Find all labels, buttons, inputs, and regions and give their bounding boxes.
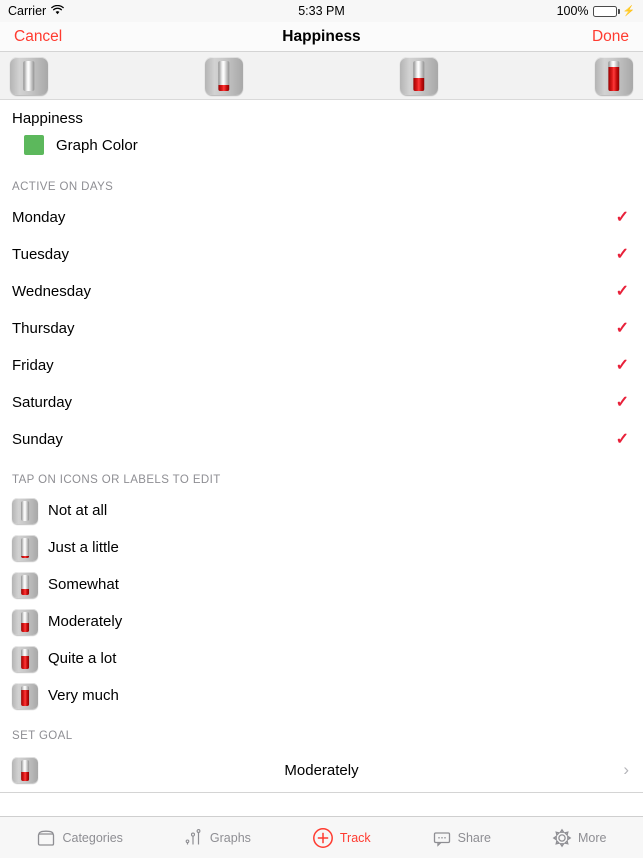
graph-color-swatch[interactable] [24,135,44,155]
level-row[interactable]: Very much [0,677,643,714]
box-icon [36,829,56,847]
checkmark-icon[interactable]: ✓ [616,357,629,374]
checkmark-icon[interactable]: ✓ [616,320,629,337]
tab-categories[interactable]: Categories [36,829,123,847]
checkmark-icon[interactable]: ✓ [616,431,629,448]
tab-label: More [577,830,607,845]
thermometer-icon-empty[interactable] [10,56,48,95]
tab-track[interactable]: Track [312,827,371,849]
day-label: Sunday [12,431,63,448]
checkmark-icon[interactable]: ✓ [616,246,629,263]
set-goal-row[interactable]: Moderately › [0,748,643,793]
level-row[interactable]: Not at all [0,492,643,529]
graph-color-row[interactable]: Graph Color [0,129,643,165]
thermometer-icon-high[interactable] [595,56,633,95]
level-thermometer-icon[interactable] [12,534,38,561]
goal-thermometer-icon[interactable] [12,757,38,783]
level-thermometer-icon[interactable] [12,682,38,709]
tab-label: Graphs [209,830,251,845]
day-label: Thursday [12,320,75,337]
level-label[interactable]: Somewhat [48,576,119,593]
app-screen: Carrier 5:33 PM 100% ⚡ Cancel Happiness … [0,0,643,858]
level-label[interactable]: Moderately [48,613,122,630]
tab-more[interactable]: More [552,828,606,848]
day-label: Tuesday [12,246,69,263]
level-thermometer-icon[interactable] [12,608,38,635]
settings-content: Happiness Graph Color ACTIVE ON DAYS Mon… [0,100,643,816]
cancel-button[interactable]: Cancel [14,28,62,46]
checkmark-icon[interactable]: ✓ [616,394,629,411]
tab-graphs[interactable]: Graphs [184,828,251,847]
day-row[interactable]: Saturday ✓ [0,384,643,421]
graph-color-label: Graph Color [56,136,138,154]
status-bar-left: Carrier [8,4,65,18]
goal-value-label: Moderately [284,761,359,779]
day-label: Monday [12,209,66,226]
page-title: Happiness [282,27,361,45]
gear-icon [552,828,572,848]
wifi-icon [51,4,65,18]
done-button[interactable]: Done [592,28,629,46]
chevron-right-icon: › [623,760,629,779]
charging-bolt-icon: ⚡ [622,5,635,17]
level-row[interactable]: Moderately [0,603,643,640]
level-row[interactable]: Quite a lot [0,640,643,677]
day-row[interactable]: Monday ✓ [0,199,643,236]
level-row[interactable]: Just a little [0,529,643,566]
level-thermometer-icon[interactable] [12,645,38,672]
speech-bubble-icon [432,829,452,847]
level-label[interactable]: Not at all [48,502,107,519]
level-label[interactable]: Quite a lot [48,650,116,667]
day-label: Wednesday [12,283,91,300]
day-row[interactable]: Friday ✓ [0,347,643,384]
level-row[interactable]: Somewhat [0,566,643,603]
tab-label: Track [339,830,371,845]
battery-icon [592,5,620,17]
navigation-bar: Cancel Happiness Done [0,22,643,52]
checkmark-icon[interactable]: ✓ [616,209,629,226]
thermometer-icon-mid[interactable] [400,56,438,95]
set-goal-header: SET GOAL [12,730,73,742]
scatter-plot-icon [184,828,204,847]
icon-selector-strip[interactable] [0,52,643,100]
levels-list: Not at all Just a little Somewhat Moderatel… [0,492,643,714]
day-row[interactable]: Wednesday ✓ [0,273,643,310]
battery-percent-label: 100% [556,4,589,18]
status-bar: Carrier 5:33 PM 100% ⚡ [0,0,643,22]
day-row[interactable]: Sunday ✓ [0,421,643,458]
carrier-label: Carrier [8,4,47,18]
day-row[interactable]: Thursday ✓ [0,310,643,347]
tab-share[interactable]: Share [432,829,491,847]
levels-header: TAP ON ICONS OR LABELS TO EDIT [12,474,221,486]
status-bar-right: 100% ⚡ [557,4,635,18]
level-label[interactable]: Just a little [48,539,119,556]
tab-label: Categories [62,830,123,845]
tracker-name-label: Happiness [12,110,83,127]
tab-label: Share [457,830,491,845]
day-row[interactable]: Tuesday ✓ [0,236,643,273]
tab-bar[interactable]: Categories Graphs Track Share More [0,816,643,858]
level-label[interactable]: Very much [48,687,119,704]
day-label: Saturday [12,394,73,411]
active-on-days-header: ACTIVE ON DAYS [12,181,114,193]
active-days-list: Monday ✓ Tuesday ✓ Wednesday ✓ Thursday ✓ Friday… [0,199,643,458]
checkmark-icon[interactable]: ✓ [616,283,629,300]
day-label: Friday [12,357,54,374]
status-bar-clock: 5:33 PM [298,4,345,18]
plus-circle-icon [312,827,334,849]
level-thermometer-icon[interactable] [12,571,38,598]
thermometer-icon-low[interactable] [205,56,243,95]
level-thermometer-icon[interactable] [12,497,38,524]
